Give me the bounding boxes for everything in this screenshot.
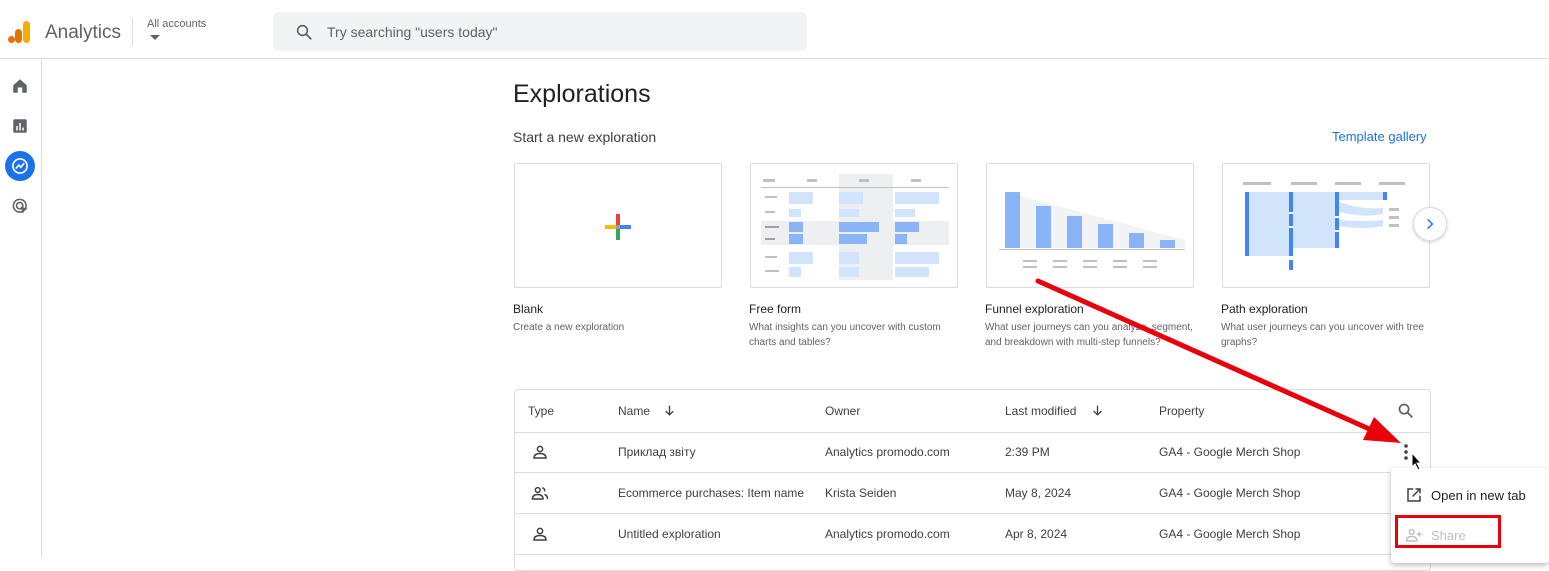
people-icon — [531, 486, 549, 500]
menu-label-open-new-tab[interactable]: Open in new tab — [1431, 488, 1526, 503]
search-input[interactable]: Try searching "users today" — [273, 12, 807, 51]
column-header-type: Type — [528, 404, 555, 418]
exploration-owner: Analytics promodo.com — [825, 445, 950, 459]
search-placeholder[interactable]: Try searching "users today" — [327, 24, 498, 40]
account-selector-label[interactable]: All accounts — [147, 18, 206, 30]
analytics-logo-icon[interactable] — [8, 20, 32, 44]
left-nav-rail — [0, 59, 42, 558]
exploration-property: GA4 - Google Merch Shop — [1159, 527, 1301, 541]
sort-arrow-down-icon[interactable] — [663, 404, 676, 417]
table-row[interactable]: Untitled exploration Analytics promodo.c… — [515, 514, 1430, 555]
exploration-name[interactable]: Приклад звіту — [618, 445, 696, 459]
template-gallery-link[interactable]: Template gallery — [1332, 129, 1427, 144]
template-desc-blank: Create a new exploration — [513, 322, 625, 333]
menu-item-open-new-tab[interactable]: Open in new tab — [1391, 477, 1549, 513]
nav-explore[interactable] — [5, 151, 35, 181]
sort-arrow-down-icon[interactable] — [1091, 404, 1104, 417]
mouse-cursor-icon — [1411, 452, 1423, 471]
exploration-modified: May 8, 2024 — [1005, 486, 1072, 500]
free-form-thumbnail-icon — [761, 174, 949, 280]
person-icon — [533, 445, 547, 459]
exploration-modified: 2:39 PM — [1005, 445, 1050, 459]
search-icon — [296, 24, 312, 40]
table-row[interactable]: Приклад звіту Analytics promodo.com 2:39… — [515, 432, 1430, 473]
column-header-name[interactable]: Name — [618, 404, 650, 418]
template-card-blank[interactable] — [514, 163, 722, 288]
search-icon[interactable] — [1397, 402, 1414, 419]
funnel-thumbnail-icon — [999, 192, 1185, 268]
carousel-next-button[interactable] — [1413, 207, 1447, 241]
exploration-property: GA4 - Google Merch Shop — [1159, 486, 1301, 500]
template-title-blank[interactable]: Blank — [513, 302, 543, 316]
column-header-property[interactable]: Property — [1159, 404, 1204, 418]
template-title-free-form[interactable]: Free form — [749, 302, 801, 316]
template-card-path[interactable] — [1222, 163, 1430, 288]
start-exploration-label: Start a new exploration — [513, 129, 657, 145]
table-header-row: Type Name Owner Last modified Property — [515, 390, 1430, 433]
template-card-funnel[interactable] — [986, 163, 1194, 288]
template-title-path[interactable]: Path exploration — [1221, 302, 1308, 316]
home-icon — [13, 79, 27, 93]
header-divider — [132, 18, 133, 46]
exploration-modified: Apr 8, 2024 — [1005, 527, 1068, 541]
chevron-right-icon — [1427, 218, 1434, 230]
column-header-last-modified[interactable]: Last modified — [1005, 404, 1076, 418]
page-title: Explorations — [513, 80, 651, 108]
nav-reports[interactable] — [5, 111, 35, 141]
plus-icon — [605, 214, 631, 240]
table-row[interactable]: Ecommerce purchases: Item name Krista Se… — [515, 473, 1430, 514]
annotation-highlight-box — [1395, 515, 1501, 548]
exploration-property: GA4 - Google Merch Shop — [1159, 445, 1301, 459]
advertising-icon — [12, 198, 28, 214]
template-desc-path: What user journeys can you uncover with … — [1221, 322, 1424, 348]
explorations-table: Type Name Owner Last modified Property П… — [514, 389, 1431, 571]
column-header-owner[interactable]: Owner — [825, 404, 860, 418]
template-desc-free-form: What insights can you uncover with custo… — [749, 322, 941, 348]
caret-down-icon[interactable] — [150, 35, 160, 40]
template-desc-funnel: What user journeys can you analyze, segm… — [985, 322, 1193, 348]
exploration-owner: Krista Seiden — [825, 486, 897, 500]
nav-advertising[interactable] — [5, 191, 35, 221]
app-name: Analytics — [45, 22, 122, 43]
exploration-name[interactable]: Untitled exploration — [618, 527, 721, 541]
person-icon — [533, 527, 547, 541]
open-in-new-icon — [1407, 488, 1421, 502]
nav-home[interactable] — [5, 71, 35, 101]
reports-icon — [13, 119, 27, 133]
exploration-name[interactable]: Ecommerce purchases: Item name — [618, 486, 804, 500]
template-title-funnel[interactable]: Funnel exploration — [985, 302, 1084, 316]
template-card-free-form[interactable] — [750, 163, 958, 288]
exploration-owner: Analytics promodo.com — [825, 527, 950, 541]
path-thumbnail-icon — [1243, 182, 1405, 270]
explore-icon — [12, 158, 28, 174]
top-app-bar: Analytics All accounts Try searching "us… — [0, 0, 1549, 59]
